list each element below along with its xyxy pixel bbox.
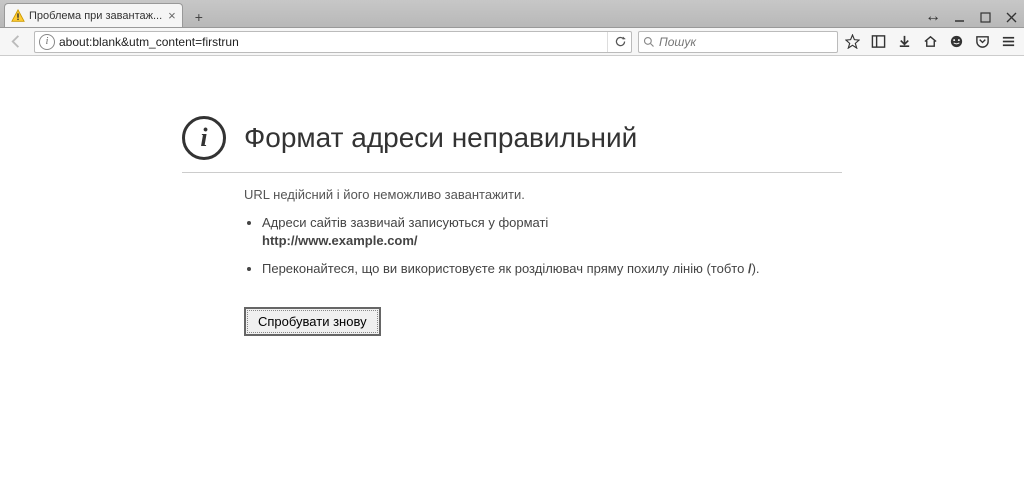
bookmark-button[interactable] <box>840 31 864 53</box>
error-title: Формат адреси неправильний <box>244 122 637 154</box>
maximize-button[interactable] <box>972 7 998 27</box>
chat-icon[interactable] <box>944 31 968 53</box>
pocket-button[interactable] <box>970 31 994 53</box>
search-icon <box>643 36 655 48</box>
menu-button[interactable] <box>996 31 1020 53</box>
tab-title: Проблема при завантаж... <box>29 10 162 22</box>
url-bar[interactable]: i <box>34 31 632 53</box>
close-window-button[interactable] <box>998 7 1024 27</box>
new-tab-button[interactable]: + <box>187 7 211 27</box>
minimize-button[interactable] <box>946 7 972 27</box>
resize-icon[interactable]: ↔ <box>920 7 946 27</box>
home-button[interactable] <box>918 31 942 53</box>
error-suggestions: Адреси сайтів зазвичай записуються у фор… <box>262 214 842 279</box>
error-page: i Формат адреси неправильний URL недійсн… <box>182 116 842 336</box>
search-input[interactable] <box>659 35 833 49</box>
tab-active[interactable]: Проблема при завантаж... × <box>4 3 183 27</box>
info-icon[interactable]: i <box>39 34 55 50</box>
close-icon[interactable]: × <box>168 8 176 23</box>
warning-icon <box>11 9 25 23</box>
reload-button[interactable] <box>607 32 627 52</box>
search-bar[interactable] <box>638 31 838 53</box>
back-button <box>4 31 28 53</box>
list-item: Адреси сайтів зазвичай записуються у фор… <box>262 214 842 250</box>
list-item: Переконайтеся, що ви використовуєте як р… <box>262 260 842 278</box>
error-description: URL недійсний і його неможливо завантажи… <box>244 187 842 202</box>
info-circle-icon: i <box>182 116 226 160</box>
retry-button[interactable]: Спробувати знову <box>244 307 381 336</box>
downloads-button[interactable] <box>892 31 916 53</box>
url-input[interactable] <box>59 35 603 49</box>
sidebar-button[interactable] <box>866 31 890 53</box>
